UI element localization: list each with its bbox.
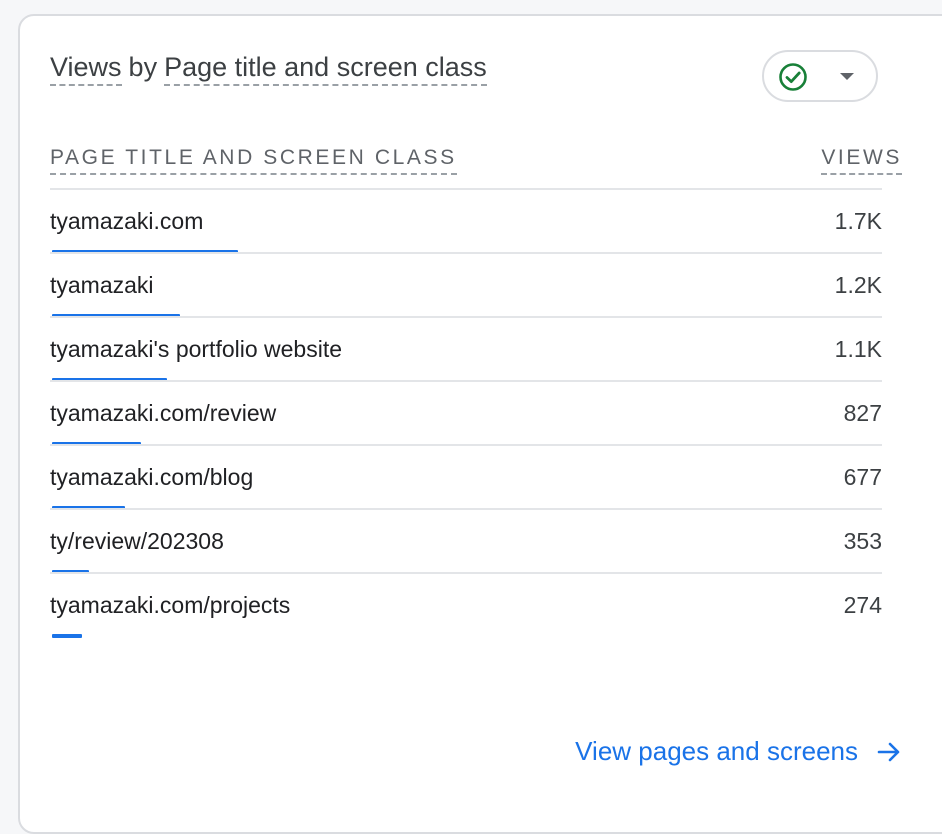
row-views-value: 1.1K [834, 336, 882, 362]
card-title: Views by Page title and screen class [50, 52, 487, 86]
table-row[interactable]: tyamazaki 1.2K [50, 252, 882, 318]
view-pages-link-label: View pages and screens [575, 736, 858, 766]
dimension-selector[interactable]: Page title and screen class [164, 52, 487, 86]
row-page-title: tyamazaki [50, 272, 154, 298]
row-views-value: 1.7K [834, 208, 882, 234]
row-views-value: 353 [843, 528, 882, 554]
row-views-value: 1.2K [834, 272, 882, 298]
row-views-value: 827 [843, 400, 882, 426]
title-by-text: by [128, 52, 158, 82]
table-row[interactable]: tyamazaki's portfolio website 1.1K [50, 316, 882, 382]
row-views-value: 274 [843, 592, 882, 618]
table-row[interactable]: ty/review/202308 353 [50, 508, 882, 574]
caret-down-icon [840, 73, 854, 80]
row-share-bar [52, 634, 82, 638]
row-page-title: ty/review/202308 [50, 528, 224, 554]
table-row[interactable]: tyamazaki.com/review 827 [50, 380, 882, 446]
column-header-views[interactable]: VIEWS [821, 146, 902, 175]
row-views-value: 677 [843, 464, 882, 490]
data-table: tyamazaki.com 1.7K tyamazaki 1.2K tyamazaki'… [50, 188, 882, 638]
row-page-title: tyamazaki.com/blog [50, 464, 254, 490]
metric-selector[interactable]: Views [50, 52, 122, 86]
table-row[interactable]: tyamazaki.com/blog 677 [50, 444, 882, 510]
data-quality-dropdown[interactable] [762, 50, 878, 102]
column-header-dimension[interactable]: PAGE TITLE AND SCREEN CLASS [50, 146, 457, 175]
arrow-right-icon [877, 742, 900, 761]
table-row[interactable]: tyamazaki.com 1.7K [50, 188, 882, 254]
table-row[interactable]: tyamazaki.com/projects 274 [50, 572, 882, 638]
row-page-title: tyamazaki's portfolio website [50, 336, 343, 362]
row-page-title: tyamazaki.com/review [50, 400, 277, 426]
check-circle-icon [779, 63, 807, 91]
row-page-title: tyamazaki.com/projects [50, 592, 291, 618]
row-page-title: tyamazaki.com [50, 208, 204, 234]
view-pages-and-screens-link[interactable]: View pages and screens [575, 736, 902, 767]
